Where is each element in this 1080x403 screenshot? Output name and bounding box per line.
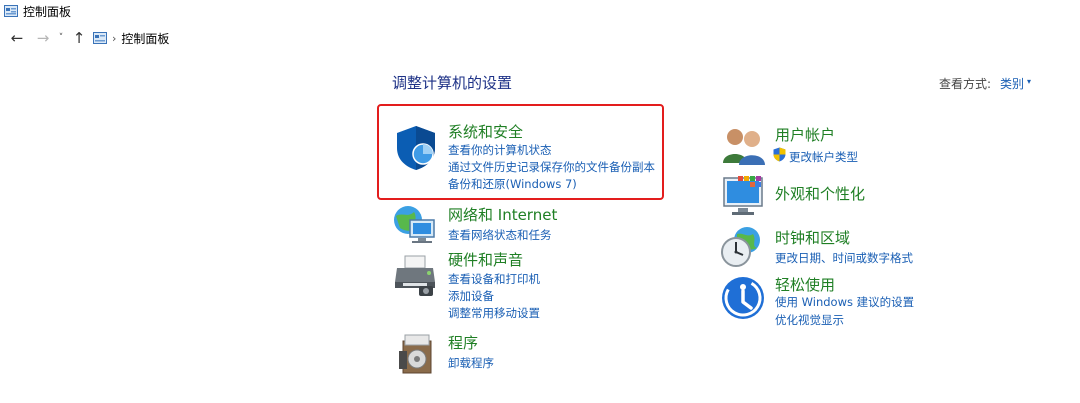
category-title[interactable]: 外观和个性化 (775, 183, 865, 204)
link-devices-printers[interactable]: 查看设备和打印机 (448, 271, 540, 287)
link-change-account-type[interactable]: 更改帐户类型 (789, 149, 858, 165)
category-title[interactable]: 时钟和区域 (775, 227, 850, 248)
uac-shield-icon (773, 147, 786, 162)
network-globe-icon[interactable] (392, 202, 438, 248)
up-arrow-icon[interactable]: ↑ (69, 28, 89, 48)
link-network-status[interactable]: 查看网络状态和任务 (448, 227, 552, 243)
title-bar: 控制面板 (0, 0, 1080, 22)
link-change-date-time-format[interactable]: 更改日期、时间或数字格式 (775, 250, 913, 266)
navigation-bar: ← → ˅ ↑ › 控制面板 (0, 26, 1080, 50)
back-arrow-icon[interactable]: ← (7, 28, 27, 48)
category-title[interactable]: 轻松使用 (775, 274, 835, 295)
link-recommended-settings[interactable]: 使用 Windows 建议的设置 (775, 294, 914, 310)
breadcrumb-item[interactable]: 控制面板 (121, 30, 169, 47)
view-by-label: 查看方式: (939, 77, 992, 91)
printer-icon[interactable] (393, 252, 439, 298)
clock-globe-icon[interactable] (719, 224, 765, 270)
link-mobility-settings[interactable]: 调整常用移动设置 (448, 305, 540, 321)
forward-arrow-icon[interactable]: → (33, 28, 53, 48)
category-title[interactable]: 硬件和声音 (448, 249, 523, 270)
link-optimize-visual-display[interactable]: 优化视觉显示 (775, 312, 844, 328)
personalization-monitor-icon[interactable] (720, 174, 766, 220)
users-icon[interactable] (721, 125, 767, 165)
recent-locations-chevron-icon[interactable]: ˅ (55, 28, 67, 48)
view-by-dropdown[interactable]: 类别 (1000, 75, 1024, 92)
caret-down-icon[interactable]: ▾ (1027, 77, 1031, 86)
link-uninstall-program[interactable]: 卸载程序 (448, 355, 494, 371)
page-heading: 调整计算机的设置 (392, 74, 513, 92)
breadcrumb-control-panel-icon[interactable] (93, 32, 107, 44)
category-title[interactable]: 网络和 Internet (448, 204, 557, 225)
control-panel-icon (4, 5, 18, 17)
window-title: 控制面板 (23, 4, 72, 19)
programs-icon[interactable] (397, 333, 437, 375)
category-title[interactable]: 程序 (448, 332, 478, 353)
link-add-device[interactable]: 添加设备 (448, 288, 494, 304)
category-title[interactable]: 用户帐户 (775, 124, 835, 145)
ease-of-access-icon[interactable] (721, 276, 765, 320)
breadcrumb-separator[interactable]: › (112, 32, 116, 45)
highlight-box (377, 104, 664, 200)
